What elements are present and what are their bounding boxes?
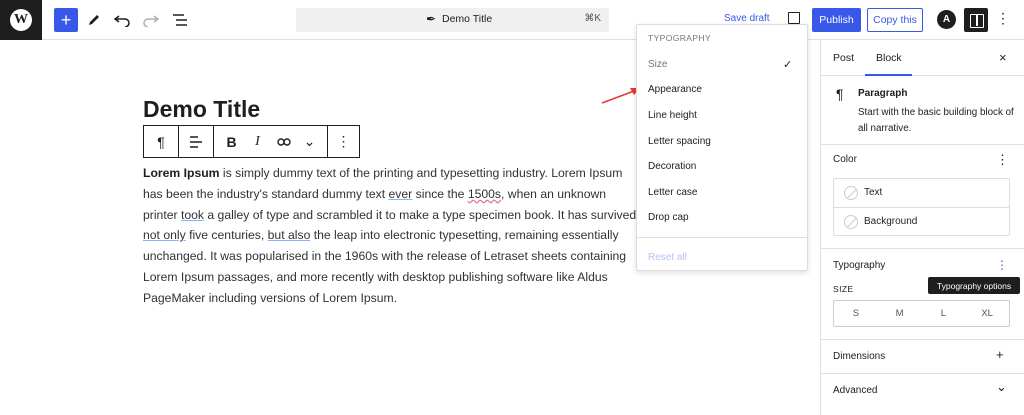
grammar-flag[interactable]: took xyxy=(181,208,204,222)
document-title-bar[interactable]: ✒ Demo Title ⌘K xyxy=(296,8,609,32)
top-toolbar: W + ✒ Demo Title ⌘K Save draft Publish C… xyxy=(0,0,1024,40)
background-color-option[interactable]: Background xyxy=(834,207,1009,235)
bold-lead-text: Lorem Ipsum xyxy=(143,166,220,180)
link-icon[interactable] xyxy=(271,126,297,157)
sidebar-tabs: Post Block × xyxy=(821,40,1024,76)
menu-item-appearance[interactable]: Appearance xyxy=(648,84,702,95)
wordpress-icon: W xyxy=(10,9,32,31)
settings-sidebar: Post Block × ¶ Paragraph Start with the … xyxy=(820,40,1024,415)
grammar-flag[interactable]: ever xyxy=(389,187,413,201)
color-option-label: Text xyxy=(864,187,883,198)
paragraph-text: a galley of type and scrambled it to mak… xyxy=(203,207,637,222)
more-vertical-icon: ⋮ xyxy=(336,133,351,149)
typography-panel-title[interactable]: Typography xyxy=(833,260,885,271)
size-option-l[interactable]: L xyxy=(922,301,966,326)
wordpress-logo-button[interactable]: W xyxy=(0,0,42,40)
more-formatting-chevron-icon[interactable]: ⌄ xyxy=(297,126,323,157)
typography-options-tooltip: Typography options xyxy=(928,277,1020,294)
undo-button[interactable] xyxy=(110,8,134,32)
tab-block[interactable]: Block xyxy=(876,52,902,64)
typography-options-icon[interactable]: ⋮ xyxy=(996,258,1008,272)
divider xyxy=(637,237,807,238)
chevron-down-icon[interactable]: ⌄ xyxy=(996,379,1007,395)
list-view-icon xyxy=(173,14,187,26)
plus-icon[interactable]: + xyxy=(996,347,1004,362)
font-size-picker: S M L XL xyxy=(833,300,1010,327)
paragraph-text: five centuries, xyxy=(185,228,268,243)
color-panel-title[interactable]: Color xyxy=(833,154,857,165)
astra-icon[interactable]: A xyxy=(937,10,956,29)
block-toolbar: ¶ B I ⌄ ⋮ xyxy=(143,125,360,158)
grammar-flag[interactable]: but also xyxy=(268,228,311,242)
settings-toggle-button[interactable] xyxy=(964,8,988,32)
empty-swatch-icon xyxy=(844,215,858,229)
dropdown-heading: TYPOGRAPHY xyxy=(648,33,712,43)
options-menu-icon[interactable]: ⋮ xyxy=(996,10,1010,27)
menu-item-size[interactable]: Size xyxy=(648,59,667,70)
block-card-description: Start with the basic building block of a… xyxy=(858,107,1014,134)
document-overview-button[interactable] xyxy=(168,8,192,32)
italic-icon[interactable]: I xyxy=(245,126,271,157)
advanced-panel-title[interactable]: Advanced xyxy=(833,385,877,396)
document-title-text: Demo Title xyxy=(442,13,493,25)
copy-this-button[interactable]: Copy this xyxy=(867,8,923,32)
menu-item-decoration[interactable]: Decoration xyxy=(648,161,696,172)
redo-icon xyxy=(143,15,159,27)
size-label: SIZE xyxy=(833,284,854,294)
spelling-flag[interactable]: 1500s xyxy=(468,187,501,201)
dimensions-panel-title[interactable]: Dimensions xyxy=(833,351,885,362)
block-options-button[interactable]: ⋮ xyxy=(328,126,359,157)
publish-button[interactable]: Publish xyxy=(812,8,861,32)
block-type-switcher[interactable]: ¶ xyxy=(144,126,179,157)
divider xyxy=(821,373,1024,374)
color-option-label: Background xyxy=(864,216,918,227)
command-shortcut: ⌘K xyxy=(584,13,601,24)
paragraph-icon: ¶ xyxy=(157,133,165,150)
tab-post[interactable]: Post xyxy=(833,52,854,64)
align-button[interactable] xyxy=(179,126,214,157)
close-icon[interactable]: × xyxy=(999,50,1007,65)
menu-item-drop-cap[interactable]: Drop cap xyxy=(648,212,689,223)
post-title[interactable]: Demo Title xyxy=(143,96,260,123)
grammar-flag[interactable]: not only xyxy=(143,228,186,242)
color-options-group: Text Background xyxy=(833,178,1010,236)
save-draft-button[interactable]: Save draft xyxy=(724,13,770,24)
redo-button[interactable] xyxy=(139,8,163,32)
color-options-icon[interactable]: ⋮ xyxy=(996,152,1009,168)
text-color-option[interactable]: Text xyxy=(834,179,1009,207)
divider xyxy=(821,248,1024,249)
preview-icon[interactable] xyxy=(788,12,800,24)
pencil-icon xyxy=(89,15,99,25)
empty-swatch-icon xyxy=(844,186,858,200)
edit-tool-button[interactable] xyxy=(82,8,106,32)
menu-item-line-height[interactable]: Line height xyxy=(648,110,697,121)
check-icon: ✓ xyxy=(783,59,793,71)
align-left-icon xyxy=(190,135,202,148)
paragraph-block[interactable]: Lorem Ipsum is simply dummy text of the … xyxy=(143,163,637,309)
add-block-button[interactable]: + xyxy=(54,8,78,32)
divider xyxy=(821,339,1024,340)
size-option-xl[interactable]: XL xyxy=(965,301,1009,326)
bold-icon[interactable]: B xyxy=(219,126,245,157)
quill-icon: ✒ xyxy=(426,12,437,26)
menu-item-letter-case[interactable]: Letter case xyxy=(648,187,697,198)
block-card-title: Paragraph xyxy=(858,88,908,99)
size-option-m[interactable]: M xyxy=(878,301,922,326)
undo-icon xyxy=(114,15,130,27)
menu-item-letter-spacing[interactable]: Letter spacing xyxy=(648,136,711,147)
size-option-s[interactable]: S xyxy=(834,301,878,326)
reset-all-button[interactable]: Reset all xyxy=(648,252,687,263)
paragraph-text: since the xyxy=(412,186,468,201)
typography-dropdown-menu: TYPOGRAPHY Size ✓ Appearance Line height… xyxy=(636,24,808,271)
paragraph-icon: ¶ xyxy=(836,86,844,102)
block-card: ¶ Paragraph Start with the basic buildin… xyxy=(821,76,1024,145)
